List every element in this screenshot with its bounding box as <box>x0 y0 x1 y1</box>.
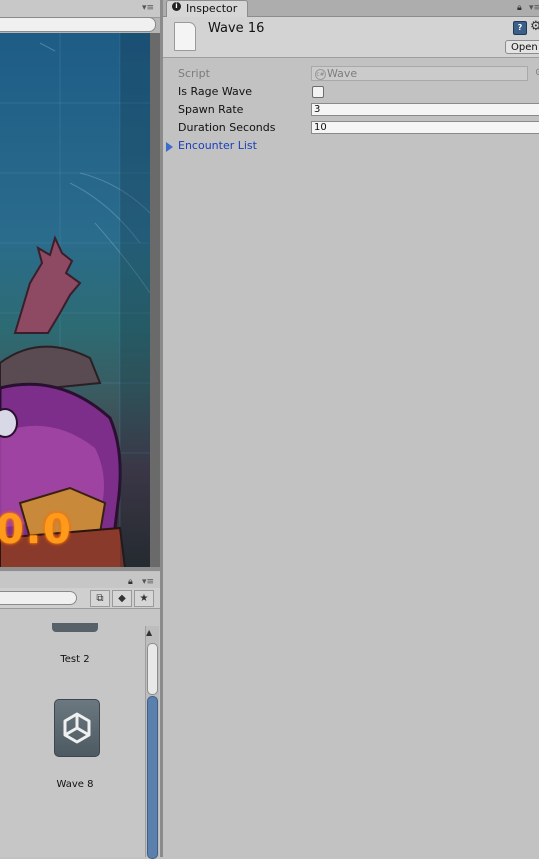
asset-title: Wave 16 <box>208 21 265 36</box>
scene-toolbar <box>0 0 160 18</box>
script-field-value: Wave <box>327 67 358 80</box>
spawn-rate-field[interactable]: 3 <box>311 103 539 116</box>
tab-inspector-label[interactable]: Inspector <box>186 2 237 15</box>
duration-seconds-label: Duration Seconds <box>178 121 276 134</box>
script-file-icon: c# <box>315 69 326 80</box>
scene-artwork <box>0 33 150 568</box>
asset-label[interactable]: Test 2 <box>40 654 110 665</box>
script-label: Script <box>178 67 210 80</box>
gear-icon[interactable]: ⚙ <box>530 19 539 34</box>
is-rage-wave-checkbox[interactable] <box>312 86 324 98</box>
spawn-rate-label: Spawn Rate <box>178 103 244 116</box>
scene-panel-menu-icon[interactable]: ▾≡ <box>142 3 154 13</box>
asset-label[interactable]: Wave 8 <box>40 779 110 790</box>
is-rage-wave-label: Is Rage Wave <box>178 85 253 98</box>
label-tag-icon[interactable]: ◆ <box>112 590 132 607</box>
asset-thumbnail-test-2[interactable] <box>52 623 98 632</box>
panel-splitter[interactable] <box>0 567 160 571</box>
lock-icon[interactable]: 🔒︎ <box>128 577 133 587</box>
scene-overlay-number: 0.0 <box>0 507 73 553</box>
open-button[interactable]: Open <box>505 40 539 54</box>
project-search-input[interactable] <box>0 591 77 605</box>
scrollbar-thumb-active[interactable] <box>147 696 158 859</box>
project-panel-header <box>0 576 160 588</box>
object-picker-icon[interactable]: ⊙ <box>535 67 539 78</box>
scriptable-object-file-icon <box>174 22 196 51</box>
scene-view[interactable]: 0.0 <box>0 33 150 568</box>
scene-search-input[interactable] <box>0 17 156 32</box>
encounter-list-foldout[interactable]: Encounter List <box>178 139 257 152</box>
panel-menu-icon[interactable]: ▾≡ <box>529 3 539 13</box>
asset-thumbnail-wave-8[interactable] <box>54 699 100 757</box>
duration-seconds-field[interactable]: 10 <box>311 121 539 134</box>
lock-icon[interactable]: 🔒︎ <box>517 3 522 13</box>
foldout-arrow-icon[interactable] <box>166 142 173 152</box>
info-icon: i <box>172 2 181 11</box>
star-icon[interactable]: ★ <box>134 590 154 607</box>
scroll-up-arrow-icon[interactable]: ▲ <box>146 628 152 637</box>
help-book-icon[interactable]: ? <box>513 21 527 35</box>
scene-view-edge <box>150 33 160 568</box>
panel-menu-icon[interactable]: ▾≡ <box>142 577 154 587</box>
filter-type-icon[interactable]: ⧉ <box>90 590 110 607</box>
scrollbar-thumb[interactable] <box>147 643 158 695</box>
unity-logo-icon <box>63 712 91 744</box>
